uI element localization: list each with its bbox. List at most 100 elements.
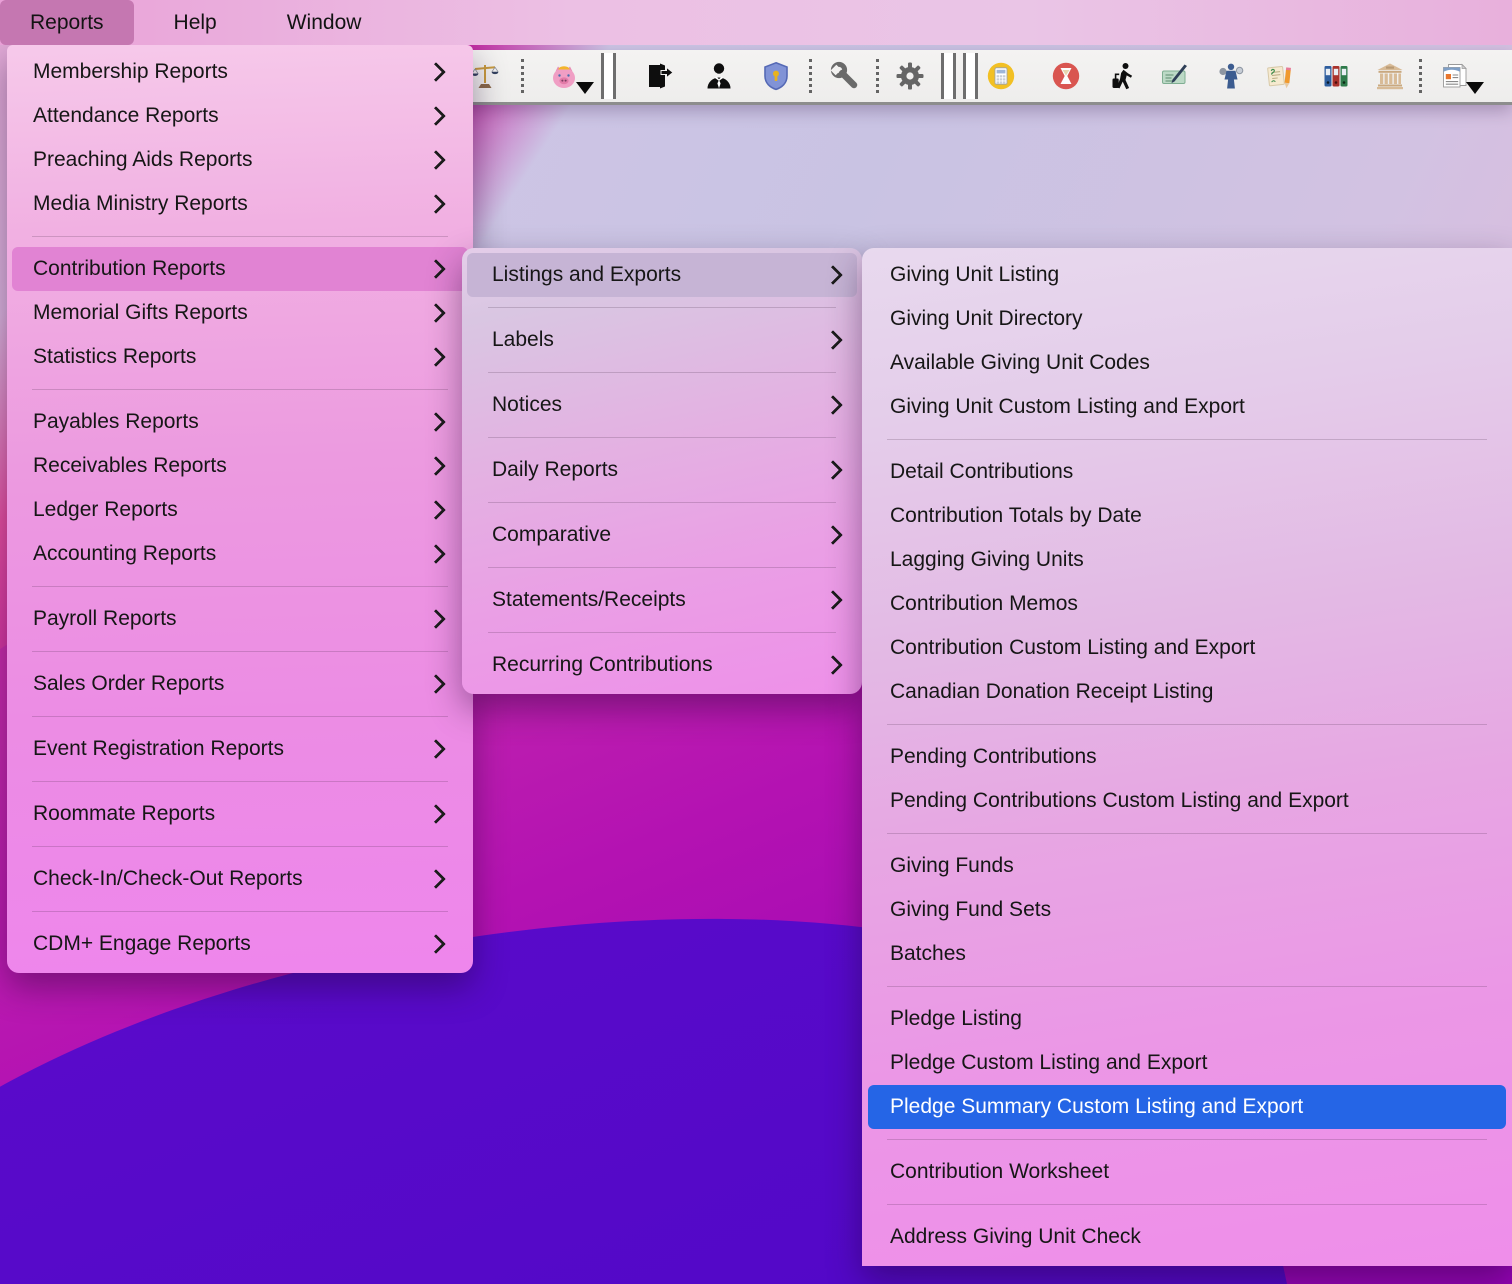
menu-item-label: Giving Fund Sets bbox=[890, 898, 1051, 922]
menu-item-check-in-check-out-reports[interactable]: Check-In/Check-Out Reports bbox=[7, 857, 473, 901]
menu-separator bbox=[32, 586, 448, 587]
menu-item-available-giving-unit-codes[interactable]: Available Giving Unit Codes bbox=[862, 341, 1512, 385]
menu-item-giving-unit-listing[interactable]: Giving Unit Listing bbox=[862, 253, 1512, 297]
menu-item-contribution-custom-listing-and-export[interactable]: Contribution Custom Listing and Export bbox=[862, 626, 1512, 670]
menu-item-label: Event Registration Reports bbox=[33, 737, 284, 761]
menu-separator bbox=[32, 389, 448, 390]
menu-item-label: Pledge Listing bbox=[890, 1007, 1022, 1031]
report-dropdown-arrow-icon[interactable] bbox=[1466, 82, 1484, 94]
binders-icon[interactable] bbox=[1321, 61, 1351, 91]
menu-item-label: Giving Unit Listing bbox=[890, 263, 1059, 287]
menu-item-giving-fund-sets[interactable]: Giving Fund Sets bbox=[862, 888, 1512, 932]
menu-item-pledge-listing[interactable]: Pledge Listing bbox=[862, 997, 1512, 1041]
menu-item-lagging-giving-units[interactable]: Lagging Giving Units bbox=[862, 538, 1512, 582]
chevron-right-icon bbox=[823, 460, 843, 480]
menu-item-pledge-custom-listing-and-export[interactable]: Pledge Custom Listing and Export bbox=[862, 1041, 1512, 1085]
piggy-dropdown-arrow-icon[interactable] bbox=[576, 82, 594, 94]
menu-item-payables-reports[interactable]: Payables Reports bbox=[7, 400, 473, 444]
menubar-item-reports[interactable]: Reports bbox=[0, 0, 134, 45]
menu-item-label: Daily Reports bbox=[492, 458, 618, 482]
menu-item-contribution-worksheet[interactable]: Contribution Worksheet bbox=[862, 1150, 1512, 1194]
menu-item-label: Check-In/Check-Out Reports bbox=[33, 867, 303, 891]
menu-separator bbox=[488, 632, 836, 633]
menu-item-media-ministry-reports[interactable]: Media Ministry Reports bbox=[7, 182, 473, 226]
menu-item-contribution-reports[interactable]: Contribution Reports bbox=[12, 247, 468, 291]
menu-separator bbox=[887, 724, 1487, 725]
menu-item-label: Available Giving Unit Codes bbox=[890, 351, 1150, 375]
menu-item-label: Listings and Exports bbox=[492, 263, 681, 287]
menu-item-membership-reports[interactable]: Membership Reports bbox=[7, 50, 473, 94]
user-icon[interactable] bbox=[704, 61, 734, 91]
menu-item-detail-contributions[interactable]: Detail Contributions bbox=[862, 450, 1512, 494]
menu-item-label: Payables Reports bbox=[33, 410, 199, 434]
menu-item-labels[interactable]: Labels bbox=[462, 318, 862, 362]
menu-item-notices[interactable]: Notices bbox=[462, 383, 862, 427]
treasurer-icon[interactable] bbox=[1216, 61, 1246, 91]
menu-item-sales-order-reports[interactable]: Sales Order Reports bbox=[7, 662, 473, 706]
chevron-right-icon bbox=[823, 590, 843, 610]
menu-item-memorial-gifts-reports[interactable]: Memorial Gifts Reports bbox=[7, 291, 473, 335]
balance-scale-icon[interactable] bbox=[470, 61, 500, 91]
menu-item-label: Notices bbox=[492, 393, 562, 417]
menu-item-comparative[interactable]: Comparative bbox=[462, 513, 862, 557]
menu-item-giving-unit-directory[interactable]: Giving Unit Directory bbox=[862, 297, 1512, 341]
menu-item-label: Address Giving Unit Check bbox=[890, 1225, 1141, 1249]
menu-item-label: Membership Reports bbox=[33, 60, 228, 84]
chevron-right-icon bbox=[426, 544, 446, 564]
chevron-right-icon bbox=[426, 412, 446, 432]
menu-item-attendance-reports[interactable]: Attendance Reports bbox=[7, 94, 473, 138]
menu-item-label: Batches bbox=[890, 942, 966, 966]
menu-item-canadian-donation-receipt-listing[interactable]: Canadian Donation Receipt Listing bbox=[862, 670, 1512, 714]
chevron-right-icon bbox=[426, 303, 446, 323]
menu-item-receivables-reports[interactable]: Receivables Reports bbox=[7, 444, 473, 488]
menu-item-label: CDM+ Engage Reports bbox=[33, 932, 251, 956]
menu-separator bbox=[488, 502, 836, 503]
menu-item-event-registration-reports[interactable]: Event Registration Reports bbox=[7, 727, 473, 771]
menu-item-statements-receipts[interactable]: Statements/Receipts bbox=[462, 578, 862, 622]
calculator-icon[interactable] bbox=[986, 61, 1016, 91]
security-shield-icon[interactable] bbox=[761, 61, 791, 91]
chevron-right-icon bbox=[426, 609, 446, 629]
menu-item-pending-contributions-custom-listing-and-export[interactable]: Pending Contributions Custom Listing and… bbox=[862, 779, 1512, 823]
report-document-icon[interactable] bbox=[1439, 61, 1469, 91]
menu-item-recurring-contributions[interactable]: Recurring Contributions bbox=[462, 643, 862, 687]
menu-item-statistics-reports[interactable]: Statistics Reports bbox=[7, 335, 473, 379]
menu-item-label: Attendance Reports bbox=[33, 104, 219, 128]
receipt-pencil-icon[interactable] bbox=[1265, 61, 1295, 91]
menu-separator bbox=[32, 911, 448, 912]
logout-door-icon[interactable] bbox=[644, 61, 674, 91]
wrench-icon[interactable] bbox=[830, 61, 860, 91]
menu-item-preaching-aids-reports[interactable]: Preaching Aids Reports bbox=[7, 138, 473, 182]
menu-separator bbox=[488, 372, 836, 373]
menu-item-giving-unit-custom-listing-and-export[interactable]: Giving Unit Custom Listing and Export bbox=[862, 385, 1512, 429]
hourglass-icon[interactable] bbox=[1051, 61, 1081, 91]
chevron-right-icon bbox=[823, 330, 843, 350]
menu-item-pledge-summary-custom-listing-and-export[interactable]: Pledge Summary Custom Listing and Export bbox=[868, 1085, 1506, 1129]
menu-item-label: Pending Contributions bbox=[890, 745, 1097, 769]
menu-item-payroll-reports[interactable]: Payroll Reports bbox=[7, 597, 473, 641]
menu-item-contribution-memos[interactable]: Contribution Memos bbox=[862, 582, 1512, 626]
menu-item-daily-reports[interactable]: Daily Reports bbox=[462, 448, 862, 492]
menu-item-batches[interactable]: Batches bbox=[862, 932, 1512, 976]
menu-item-ledger-reports[interactable]: Ledger Reports bbox=[7, 488, 473, 532]
menu-item-contribution-totals-by-date[interactable]: Contribution Totals by Date bbox=[862, 494, 1512, 538]
check-writing-icon[interactable] bbox=[1160, 61, 1190, 91]
bank-icon[interactable] bbox=[1375, 61, 1405, 91]
traveler-icon[interactable] bbox=[1108, 61, 1138, 91]
menubar-item-help[interactable]: Help bbox=[147, 0, 244, 45]
menu-item-label: Giving Funds bbox=[890, 854, 1014, 878]
reports-menu: Membership Reports Attendance Reports Pr… bbox=[7, 45, 473, 973]
menu-item-giving-funds[interactable]: Giving Funds bbox=[862, 844, 1512, 888]
menu-item-listings-and-exports[interactable]: Listings and Exports bbox=[467, 253, 857, 297]
menubar-item-window[interactable]: Window bbox=[258, 0, 391, 45]
chevron-right-icon bbox=[426, 194, 446, 214]
menu-item-pending-contributions[interactable]: Pending Contributions bbox=[862, 735, 1512, 779]
menu-item-roommate-reports[interactable]: Roommate Reports bbox=[7, 792, 473, 836]
piggy-bank-icon[interactable] bbox=[549, 61, 579, 91]
menu-item-cdm-engage-reports[interactable]: CDM+ Engage Reports bbox=[7, 922, 473, 966]
menu-item-accounting-reports[interactable]: Accounting Reports bbox=[7, 532, 473, 576]
menu-item-address-giving-unit-check[interactable]: Address Giving Unit Check bbox=[862, 1215, 1512, 1259]
chevron-right-icon bbox=[426, 739, 446, 759]
menu-item-label: Comparative bbox=[492, 523, 611, 547]
gear-icon[interactable] bbox=[895, 61, 925, 91]
